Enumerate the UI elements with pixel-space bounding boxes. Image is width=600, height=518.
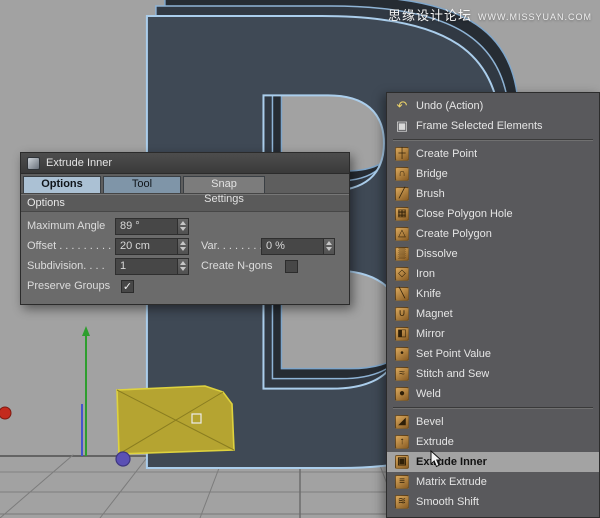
- dialog-body: Maximum Angle 89 ° Offset . . . . . . . …: [21, 212, 349, 304]
- subdivision-label: Subdivision. . . .: [27, 260, 115, 272]
- create-ngons-label: Create N-gons: [201, 260, 281, 272]
- menu-item-create-point[interactable]: ┼ Create Point: [387, 144, 599, 164]
- tab-tool[interactable]: Tool: [103, 176, 181, 193]
- menu-separator: [393, 139, 593, 141]
- dialog-title: Extrude Inner: [46, 157, 112, 169]
- menu-separator: [393, 407, 593, 409]
- menu-item-extrude-inner[interactable]: ▣ Extrude Inner: [387, 452, 599, 472]
- menu-item-magnet[interactable]: ∪ Magnet: [387, 304, 599, 324]
- menu-item-matrix-extrude[interactable]: ≡ Matrix Extrude: [387, 472, 599, 492]
- frame-selected-icon: ▣: [395, 119, 409, 133]
- var-label: Var. . . . . . . . .: [201, 240, 261, 252]
- create-point-icon: ┼: [395, 147, 409, 161]
- weld-icon: ●: [395, 387, 409, 401]
- menu-group-history: ↶ Undo (Action) ▣ Frame Selected Element…: [387, 96, 599, 136]
- subdivision-field[interactable]: 1: [115, 258, 189, 275]
- dialog-titlebar[interactable]: Extrude Inner: [21, 153, 349, 174]
- offset-field[interactable]: 20 cm: [115, 238, 189, 255]
- menu-item-bridge[interactable]: ∩ Bridge: [387, 164, 599, 184]
- smooth-shift-icon: ≋: [395, 495, 409, 509]
- menu-item-dissolve[interactable]: ▒ Dissolve: [387, 244, 599, 264]
- watermark-url: WWW.MISSYUAN.COM: [478, 12, 592, 22]
- extrude-icon: ↑: [395, 435, 409, 449]
- tab-options[interactable]: Options: [23, 176, 101, 193]
- stitch-and-sew-icon: ≈: [395, 367, 409, 381]
- menu-item-frame-selected-elements[interactable]: ▣ Frame Selected Elements: [387, 116, 599, 136]
- maximum-angle-label: Maximum Angle: [27, 220, 115, 232]
- create-polygon-icon: △: [395, 227, 409, 241]
- preserve-groups-label: Preserve Groups: [27, 280, 115, 292]
- bevel-icon: ◢: [395, 415, 409, 429]
- offset-label: Offset . . . . . . . . .: [27, 240, 115, 252]
- dialog-tabs: Options Tool Snap Settings: [21, 174, 349, 194]
- menu-item-bevel[interactable]: ◢ Bevel: [387, 412, 599, 432]
- watermark: 思缘设计论坛 WWW.MISSYUAN.COM: [388, 5, 592, 24]
- undo-icon: ↶: [395, 99, 409, 113]
- watermark-site: 思缘设计论坛: [388, 5, 472, 24]
- menu-item-create-polygon[interactable]: △ Create Polygon: [387, 224, 599, 244]
- maximum-angle-field[interactable]: 89 °: [115, 218, 189, 235]
- offset-spinner[interactable]: [177, 238, 189, 255]
- extrude-inner-tool-icon: [27, 157, 40, 170]
- iron-icon: ◇: [395, 267, 409, 281]
- menu-item-iron[interactable]: ◇ Iron: [387, 264, 599, 284]
- menu-item-smooth-shift[interactable]: ≋ Smooth Shift: [387, 492, 599, 512]
- preserve-groups-checkbox[interactable]: ✓: [121, 280, 134, 293]
- magnet-icon: ∪: [395, 307, 409, 321]
- matrix-extrude-icon: ≡: [395, 475, 409, 489]
- brush-icon: ╱: [395, 187, 409, 201]
- var-spinner[interactable]: [323, 238, 335, 255]
- extrude-inner-dialog: Extrude Inner Options Tool Snap Settings…: [20, 152, 350, 305]
- menu-item-undo-action[interactable]: ↶ Undo (Action): [387, 96, 599, 116]
- subdivision-spinner[interactable]: [177, 258, 189, 275]
- menu-item-weld[interactable]: ● Weld: [387, 384, 599, 404]
- menu-item-stitch-and-sew[interactable]: ≈ Stitch and Sew: [387, 364, 599, 384]
- menu-item-brush[interactable]: ╱ Brush: [387, 184, 599, 204]
- dissolve-icon: ▒: [395, 247, 409, 261]
- selected-polygon[interactable]: [117, 386, 234, 454]
- y-axis-arrow: [82, 326, 90, 336]
- tab-snap-settings[interactable]: Snap Settings: [183, 176, 265, 193]
- menu-item-set-point-value[interactable]: • Set Point Value: [387, 344, 599, 364]
- maximum-angle-spinner[interactable]: [177, 218, 189, 235]
- menu-item-mirror[interactable]: ◧ Mirror: [387, 324, 599, 344]
- context-menu: ↶ Undo (Action) ▣ Frame Selected Element…: [386, 92, 600, 518]
- set-point-value-icon: •: [395, 347, 409, 361]
- viewport[interactable]: B B B 思缘设计论坛 WWW.MISSYUAN.COM Extrude In…: [0, 0, 600, 518]
- knife-icon: ╲: [395, 287, 409, 301]
- options-section-header: Options: [21, 194, 349, 212]
- close-polygon-hole-icon: ▦: [395, 207, 409, 221]
- menu-group-extrude: ◢ Bevel ↑ Extrude ▣ Extrude Inner ≡ Matr…: [387, 412, 599, 512]
- extrude-inner-icon: ▣: [395, 455, 409, 469]
- origin-point: [116, 452, 130, 466]
- bridge-icon: ∩: [395, 167, 409, 181]
- var-field[interactable]: 0 %: [261, 238, 335, 255]
- mirror-icon: ◧: [395, 327, 409, 341]
- menu-item-close-polygon-hole[interactable]: ▦ Close Polygon Hole: [387, 204, 599, 224]
- menu-item-extrude[interactable]: ↑ Extrude: [387, 432, 599, 452]
- x-axis-handle: [0, 407, 11, 419]
- menu-item-knife[interactable]: ╲ Knife: [387, 284, 599, 304]
- create-ngons-checkbox[interactable]: [285, 260, 298, 273]
- menu-group-tools: ┼ Create Point ∩ Bridge ╱ Brush ▦ Close …: [387, 144, 599, 404]
